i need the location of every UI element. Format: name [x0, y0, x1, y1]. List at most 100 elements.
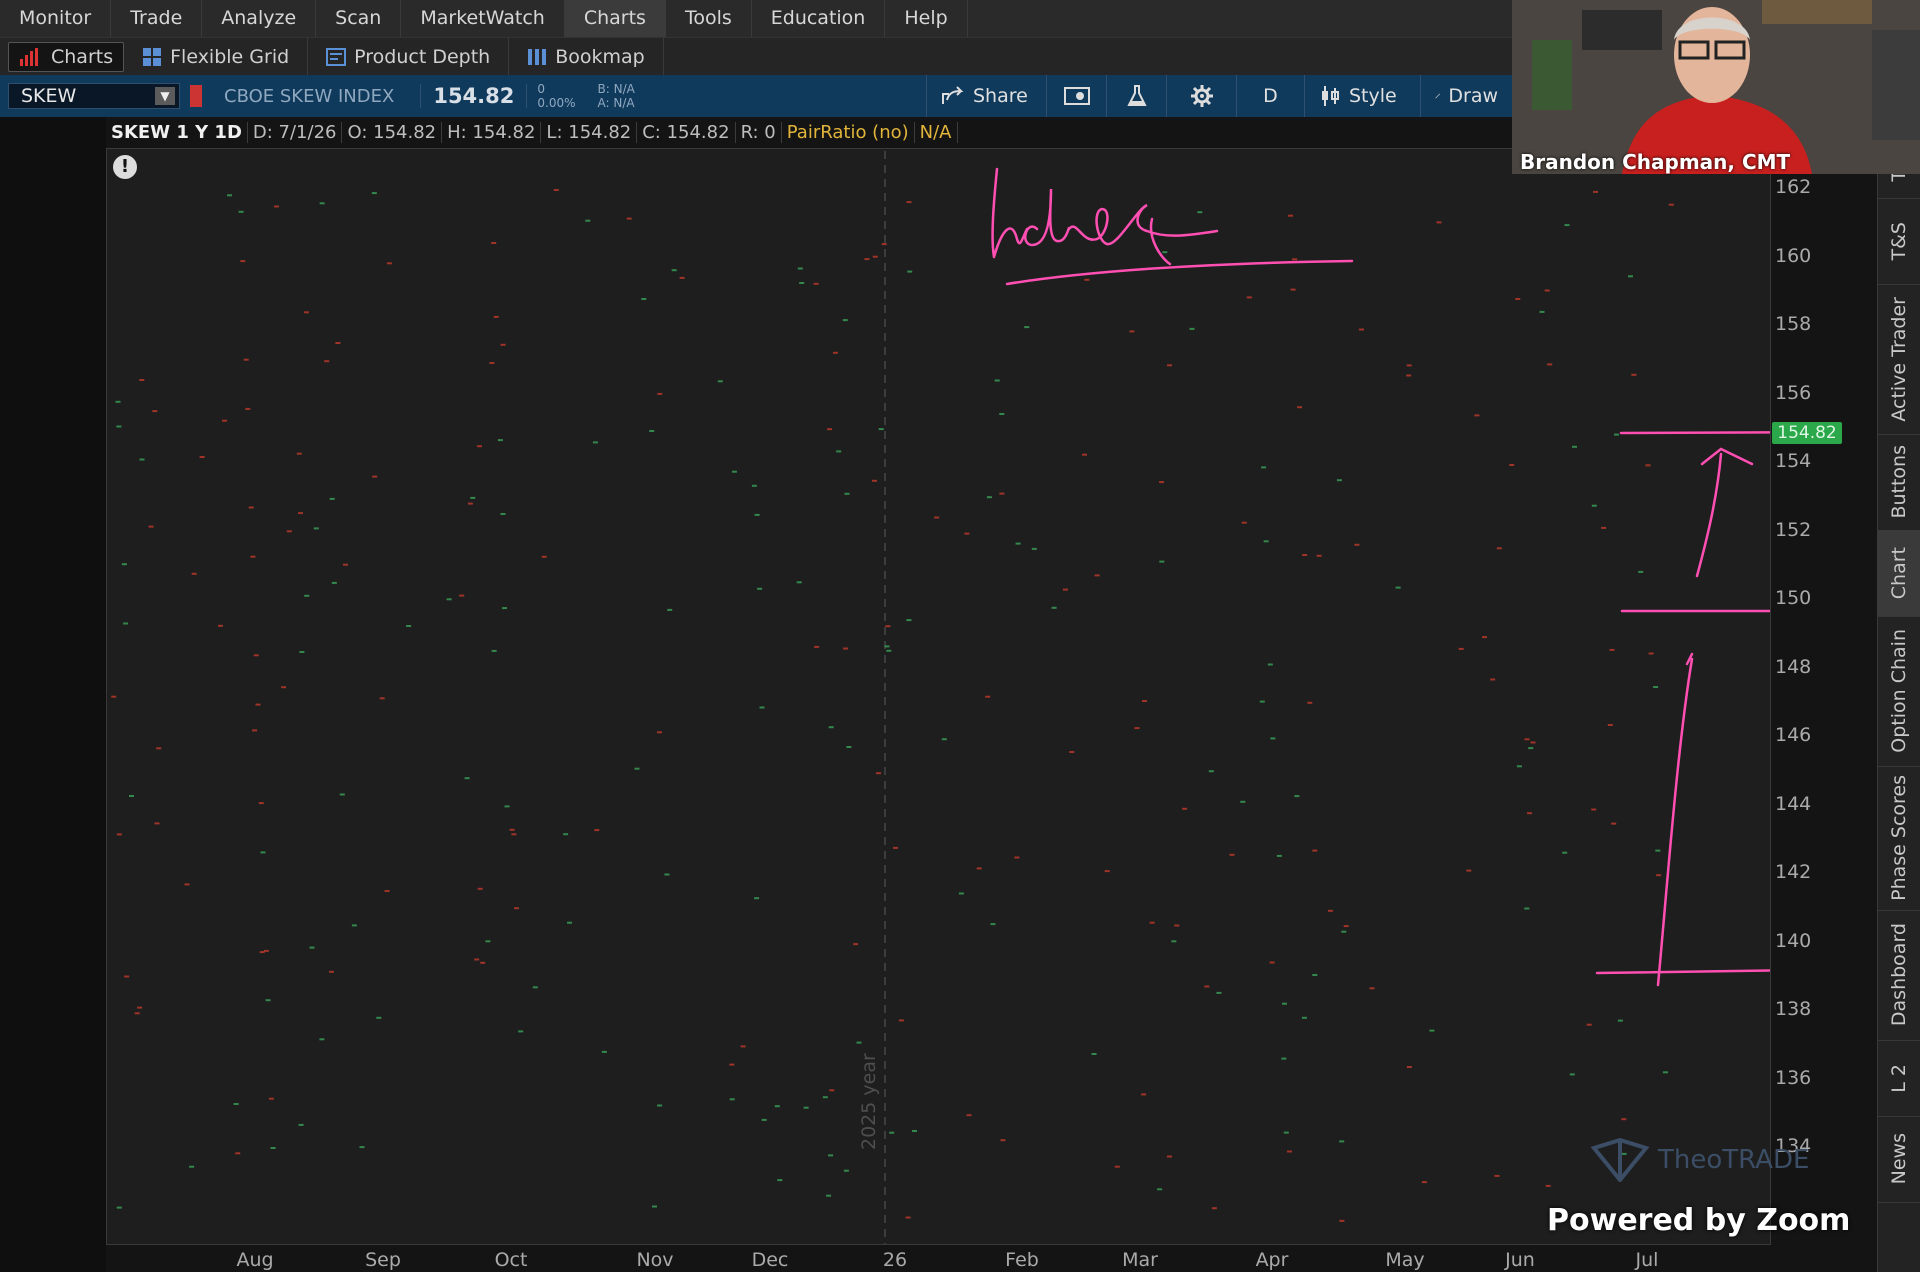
price-mark	[265, 999, 271, 1002]
time-tick-label: Jun	[1505, 1249, 1535, 1271]
price-tick-label: 154	[1775, 450, 1812, 472]
price-mark	[296, 452, 302, 455]
menu-trade[interactable]: Trade	[111, 0, 203, 37]
price-mark	[717, 380, 723, 383]
style-button[interactable]: Style	[1304, 75, 1420, 117]
bid-ask: B: N/A A: N/A	[598, 82, 635, 110]
price-mark	[1246, 296, 1252, 299]
bookmap-tab[interactable]: Bookmap	[509, 38, 664, 75]
price-mark	[649, 430, 655, 432]
price-mark	[480, 961, 486, 964]
bar-close: C: 154.82	[637, 121, 736, 143]
menu-education[interactable]: Education	[752, 0, 886, 37]
menu-tools[interactable]: Tools	[666, 0, 752, 37]
price-chart[interactable]: !	[106, 148, 1771, 1245]
price-mark	[335, 342, 341, 344]
chart-canvas[interactable]	[107, 149, 1770, 1244]
price-mark	[184, 883, 190, 886]
price-mark	[260, 851, 266, 854]
menu-monitor[interactable]: Monitor	[0, 0, 112, 37]
price-tick-label: 156	[1775, 381, 1812, 404]
tab-news[interactable]: News	[1877, 1116, 1920, 1203]
draw-button[interactable]: Draw	[1420, 75, 1512, 117]
time-tick-label: Feb	[1005, 1249, 1039, 1271]
product-depth-tab[interactable]: Product Depth	[308, 38, 510, 75]
price-mark	[843, 647, 848, 650]
tab-phase-scores[interactable]: Phase Scores	[1877, 766, 1920, 911]
price-tick-label: 162	[1775, 176, 1812, 198]
price-mark	[829, 1089, 835, 1092]
menu-charts[interactable]: Charts	[564, 0, 666, 37]
price-mark	[1429, 1029, 1435, 1032]
pair-ratio-study[interactable]: PairRatio (no)	[782, 121, 915, 143]
tab-buttons[interactable]: Buttons	[1877, 434, 1920, 531]
price-tick-label: 138	[1775, 998, 1812, 1020]
price-mark	[985, 695, 991, 698]
price-mark	[243, 358, 249, 361]
flag-icon[interactable]	[190, 85, 202, 107]
price-mark	[319, 1038, 325, 1041]
price-mark	[329, 497, 335, 500]
share-button[interactable]: Share	[926, 75, 1042, 117]
tab-option-chain[interactable]: Option Chain	[1877, 616, 1920, 767]
price-tick-label: 160	[1775, 244, 1812, 267]
tab-time-and-sales[interactable]: T&S	[1877, 198, 1920, 285]
price-mark	[1614, 433, 1619, 436]
time-tick-label: Sep	[365, 1249, 401, 1271]
price-mark	[1159, 560, 1165, 563]
tab-dashboard[interactable]: Dashboard	[1877, 910, 1920, 1041]
price-mark	[270, 1147, 276, 1149]
tab-chart-label: Chart	[1887, 546, 1910, 600]
price-mark	[1617, 1019, 1623, 1022]
price-mark	[500, 513, 506, 515]
price-mark	[796, 581, 802, 584]
price-mark	[1240, 800, 1246, 803]
tab-level-2[interactable]: L 2	[1877, 1040, 1920, 1117]
aggregation-period-button[interactable]: D	[1236, 75, 1304, 117]
price-mark	[384, 890, 390, 892]
price-mark	[1482, 636, 1487, 639]
bar-open: O: 154.82	[342, 121, 443, 143]
price-mark	[1283, 1131, 1289, 1134]
menu-marketwatch[interactable]: MarketWatch	[401, 0, 565, 37]
price-mark	[1307, 701, 1313, 704]
pencil-line-icon	[1435, 93, 1441, 99]
charts-tab[interactable]: Charts	[8, 41, 125, 72]
menu-analyze[interactable]: Analyze	[202, 0, 317, 37]
studies-button[interactable]	[1106, 75, 1166, 117]
price-mark	[827, 428, 832, 431]
charts-tab-label: Charts	[51, 45, 114, 68]
chart-alert-button[interactable]	[1046, 75, 1106, 117]
price-mark	[1024, 326, 1030, 329]
chart-alert-icon[interactable]: !	[113, 155, 137, 179]
price-mark	[667, 608, 673, 611]
tab-active-trader[interactable]: Active Trader	[1877, 284, 1920, 435]
product-depth-label: Product Depth	[354, 45, 491, 68]
price-mark	[754, 897, 760, 900]
chart-symbol-period[interactable]: SKEW 1 Y 1D	[106, 121, 248, 143]
time-tick-label: Mar	[1122, 1249, 1158, 1271]
price-mark	[567, 921, 572, 924]
time-tick-label: 26	[882, 1249, 908, 1271]
symbol-selector[interactable]: SKEW ▼	[8, 83, 180, 109]
price-mark	[406, 625, 412, 627]
price-mark	[268, 1097, 274, 1100]
tab-chart[interactable]: Chart	[1877, 530, 1920, 617]
price-mark	[477, 445, 482, 448]
price-mark	[813, 282, 819, 285]
menu-help[interactable]: Help	[885, 0, 968, 37]
menu-scan[interactable]: Scan	[316, 0, 402, 37]
price-mark	[626, 217, 632, 220]
charts-subtoolbar: Charts Flexible Grid Product Depth Bookm…	[0, 37, 1512, 75]
flexible-grid-tab[interactable]: Flexible Grid	[124, 38, 309, 75]
price-mark	[1369, 987, 1375, 990]
alert-window-icon	[1063, 87, 1090, 105]
price-mark	[797, 267, 803, 270]
bar-chart-icon	[20, 47, 38, 66]
price-mark	[761, 1118, 767, 1121]
chevron-down-icon[interactable]: ▼	[155, 87, 175, 105]
settings-button[interactable]	[1166, 75, 1236, 117]
pair-ratio-value: N/A	[915, 121, 958, 143]
price-mark	[1336, 479, 1342, 482]
price-tick-label: 144	[1775, 792, 1812, 815]
